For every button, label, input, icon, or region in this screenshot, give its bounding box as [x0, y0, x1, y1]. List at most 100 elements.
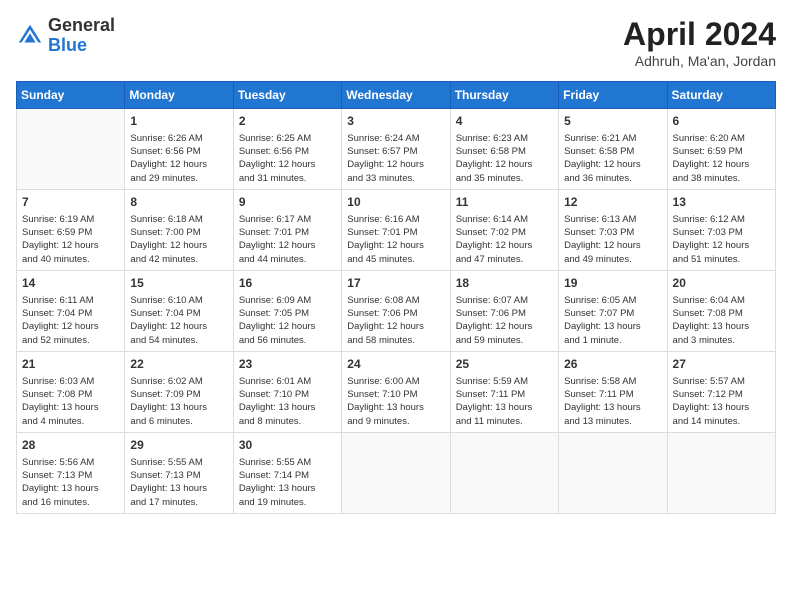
page-header: General Blue April 2024 Adhruh, Ma'an, J… [16, 16, 776, 69]
day-number: 30 [239, 437, 336, 454]
day-info: Sunrise: 6:16 AM Sunset: 7:01 PM Dayligh… [347, 213, 444, 266]
logo: General Blue [16, 16, 115, 56]
day-info: Sunrise: 5:59 AM Sunset: 7:11 PM Dayligh… [456, 375, 553, 428]
logo-blue-text: Blue [48, 36, 115, 56]
calendar-cell: 25 Sunrise: 5:59 AM Sunset: 7:11 PM Dayli… [450, 351, 558, 432]
day-number: 24 [347, 356, 444, 373]
day-number: 26 [564, 356, 661, 373]
day-info: Sunrise: 6:13 AM Sunset: 7:03 PM Dayligh… [564, 213, 661, 266]
calendar-cell: 30Sunrise: 5:55 AM Sunset: 7:14 PM Dayli… [233, 432, 341, 513]
day-info: Sunrise: 6:23 AM Sunset: 6:58 PM Dayligh… [456, 132, 553, 185]
calendar-cell [559, 432, 667, 513]
calendar-cell [450, 432, 558, 513]
day-number: 10 [347, 194, 444, 211]
calendar-header: SundayMondayTuesdayWednesdayThursdayFrid… [17, 82, 776, 109]
day-info: Sunrise: 6:02 AM Sunset: 7:09 PM Dayligh… [130, 375, 227, 428]
day-info: Sunrise: 6:12 AM Sunset: 7:03 PM Dayligh… [673, 213, 770, 266]
day-number: 4 [456, 113, 553, 130]
calendar-cell [667, 432, 775, 513]
calendar-cell: 12 Sunrise: 6:13 AM Sunset: 7:03 PM Dayli… [559, 189, 667, 270]
day-number: 15 [130, 275, 227, 292]
day-number: 25 [456, 356, 553, 373]
week-row: 28 Sunrise: 5:56 AM Sunset: 7:13 PM Dayli… [17, 432, 776, 513]
calendar-table: SundayMondayTuesdayWednesdayThursdayFrid… [16, 81, 776, 514]
day-number: 9 [239, 194, 336, 211]
day-info: Sunrise: 6:09 AM Sunset: 7:05 PM Dayligh… [239, 294, 336, 347]
day-info: Sunrise: 6:26 AM Sunset: 6:56 PM Dayligh… [130, 132, 227, 185]
day-number: 2 [239, 113, 336, 130]
title-block: April 2024 Adhruh, Ma'an, Jordan [623, 16, 776, 69]
day-info: Sunrise: 5:58 AM Sunset: 7:11 PM Dayligh… [564, 375, 661, 428]
day-info: Sunrise: 6:07 AM Sunset: 7:06 PM Dayligh… [456, 294, 553, 347]
day-number: 29 [130, 437, 227, 454]
month-title: April 2024 [623, 16, 776, 53]
calendar-cell: 28 Sunrise: 5:56 AM Sunset: 7:13 PM Dayli… [17, 432, 125, 513]
calendar-cell: 19 Sunrise: 6:05 AM Sunset: 7:07 PM Dayli… [559, 270, 667, 351]
calendar-cell: 8Sunrise: 6:18 AM Sunset: 7:00 PM Daylig… [125, 189, 233, 270]
logo-icon [16, 22, 44, 50]
day-number: 19 [564, 275, 661, 292]
day-number: 12 [564, 194, 661, 211]
day-number: 23 [239, 356, 336, 373]
day-of-week-header: Thursday [450, 82, 558, 109]
calendar-cell: 13 Sunrise: 6:12 AM Sunset: 7:03 PM Dayli… [667, 189, 775, 270]
calendar-cell: 15 Sunrise: 6:10 AM Sunset: 7:04 PM Dayli… [125, 270, 233, 351]
day-number: 22 [130, 356, 227, 373]
day-of-week-header: Saturday [667, 82, 775, 109]
day-of-week-header: Sunday [17, 82, 125, 109]
day-number: 20 [673, 275, 770, 292]
calendar-cell: 6Sunrise: 6:20 AM Sunset: 6:59 PM Daylig… [667, 109, 775, 190]
day-number: 11 [456, 194, 553, 211]
calendar-cell: 17Sunrise: 6:08 AM Sunset: 7:06 PM Dayli… [342, 270, 450, 351]
day-info: Sunrise: 6:19 AM Sunset: 6:59 PM Dayligh… [22, 213, 119, 266]
day-info: Sunrise: 5:55 AM Sunset: 7:13 PM Dayligh… [130, 456, 227, 509]
day-info: Sunrise: 6:10 AM Sunset: 7:04 PM Dayligh… [130, 294, 227, 347]
day-number: 3 [347, 113, 444, 130]
day-number: 1 [130, 113, 227, 130]
calendar-cell: 10 Sunrise: 6:16 AM Sunset: 7:01 PM Dayli… [342, 189, 450, 270]
location-text: Adhruh, Ma'an, Jordan [623, 53, 776, 69]
day-info: Sunrise: 6:03 AM Sunset: 7:08 PM Dayligh… [22, 375, 119, 428]
day-info: Sunrise: 6:01 AM Sunset: 7:10 PM Dayligh… [239, 375, 336, 428]
calendar-cell: 23 Sunrise: 6:01 AM Sunset: 7:10 PM Dayli… [233, 351, 341, 432]
day-of-week-header: Wednesday [342, 82, 450, 109]
day-of-week-header: Tuesday [233, 82, 341, 109]
day-number: 16 [239, 275, 336, 292]
calendar-cell: 26 Sunrise: 5:58 AM Sunset: 7:11 PM Dayli… [559, 351, 667, 432]
day-info: Sunrise: 6:04 AM Sunset: 7:08 PM Dayligh… [673, 294, 770, 347]
day-number: 14 [22, 275, 119, 292]
calendar-body: 1 Sunrise: 6:26 AM Sunset: 6:56 PM Daylig… [17, 109, 776, 514]
day-info: Sunrise: 6:11 AM Sunset: 7:04 PM Dayligh… [22, 294, 119, 347]
calendar-cell: 27Sunrise: 5:57 AM Sunset: 7:12 PM Dayli… [667, 351, 775, 432]
day-info: Sunrise: 5:56 AM Sunset: 7:13 PM Dayligh… [22, 456, 119, 509]
day-info: Sunrise: 6:17 AM Sunset: 7:01 PM Dayligh… [239, 213, 336, 266]
day-info: Sunrise: 6:00 AM Sunset: 7:10 PM Dayligh… [347, 375, 444, 428]
day-number: 21 [22, 356, 119, 373]
logo-general-text: General [48, 16, 115, 36]
calendar-cell [342, 432, 450, 513]
day-number: 7 [22, 194, 119, 211]
calendar-cell: 5 Sunrise: 6:21 AM Sunset: 6:58 PM Daylig… [559, 109, 667, 190]
day-info: Sunrise: 6:25 AM Sunset: 6:56 PM Dayligh… [239, 132, 336, 185]
calendar-cell: 14 Sunrise: 6:11 AM Sunset: 7:04 PM Dayli… [17, 270, 125, 351]
calendar-cell: 16 Sunrise: 6:09 AM Sunset: 7:05 PM Dayli… [233, 270, 341, 351]
week-row: 14 Sunrise: 6:11 AM Sunset: 7:04 PM Dayli… [17, 270, 776, 351]
day-number: 27 [673, 356, 770, 373]
day-number: 6 [673, 113, 770, 130]
day-info: Sunrise: 6:05 AM Sunset: 7:07 PM Dayligh… [564, 294, 661, 347]
day-of-week-header: Friday [559, 82, 667, 109]
calendar-cell: 2 Sunrise: 6:25 AM Sunset: 6:56 PM Daylig… [233, 109, 341, 190]
day-number: 8 [130, 194, 227, 211]
day-number: 5 [564, 113, 661, 130]
day-number: 13 [673, 194, 770, 211]
day-number: 28 [22, 437, 119, 454]
calendar-cell: 18Sunrise: 6:07 AM Sunset: 7:06 PM Dayli… [450, 270, 558, 351]
calendar-cell: 22 Sunrise: 6:02 AM Sunset: 7:09 PM Dayli… [125, 351, 233, 432]
calendar-cell [17, 109, 125, 190]
day-number: 17 [347, 275, 444, 292]
calendar-cell: 9 Sunrise: 6:17 AM Sunset: 7:01 PM Daylig… [233, 189, 341, 270]
day-info: Sunrise: 6:21 AM Sunset: 6:58 PM Dayligh… [564, 132, 661, 185]
week-row: 21 Sunrise: 6:03 AM Sunset: 7:08 PM Dayli… [17, 351, 776, 432]
calendar-cell: 29 Sunrise: 5:55 AM Sunset: 7:13 PM Dayli… [125, 432, 233, 513]
day-info: Sunrise: 6:14 AM Sunset: 7:02 PM Dayligh… [456, 213, 553, 266]
